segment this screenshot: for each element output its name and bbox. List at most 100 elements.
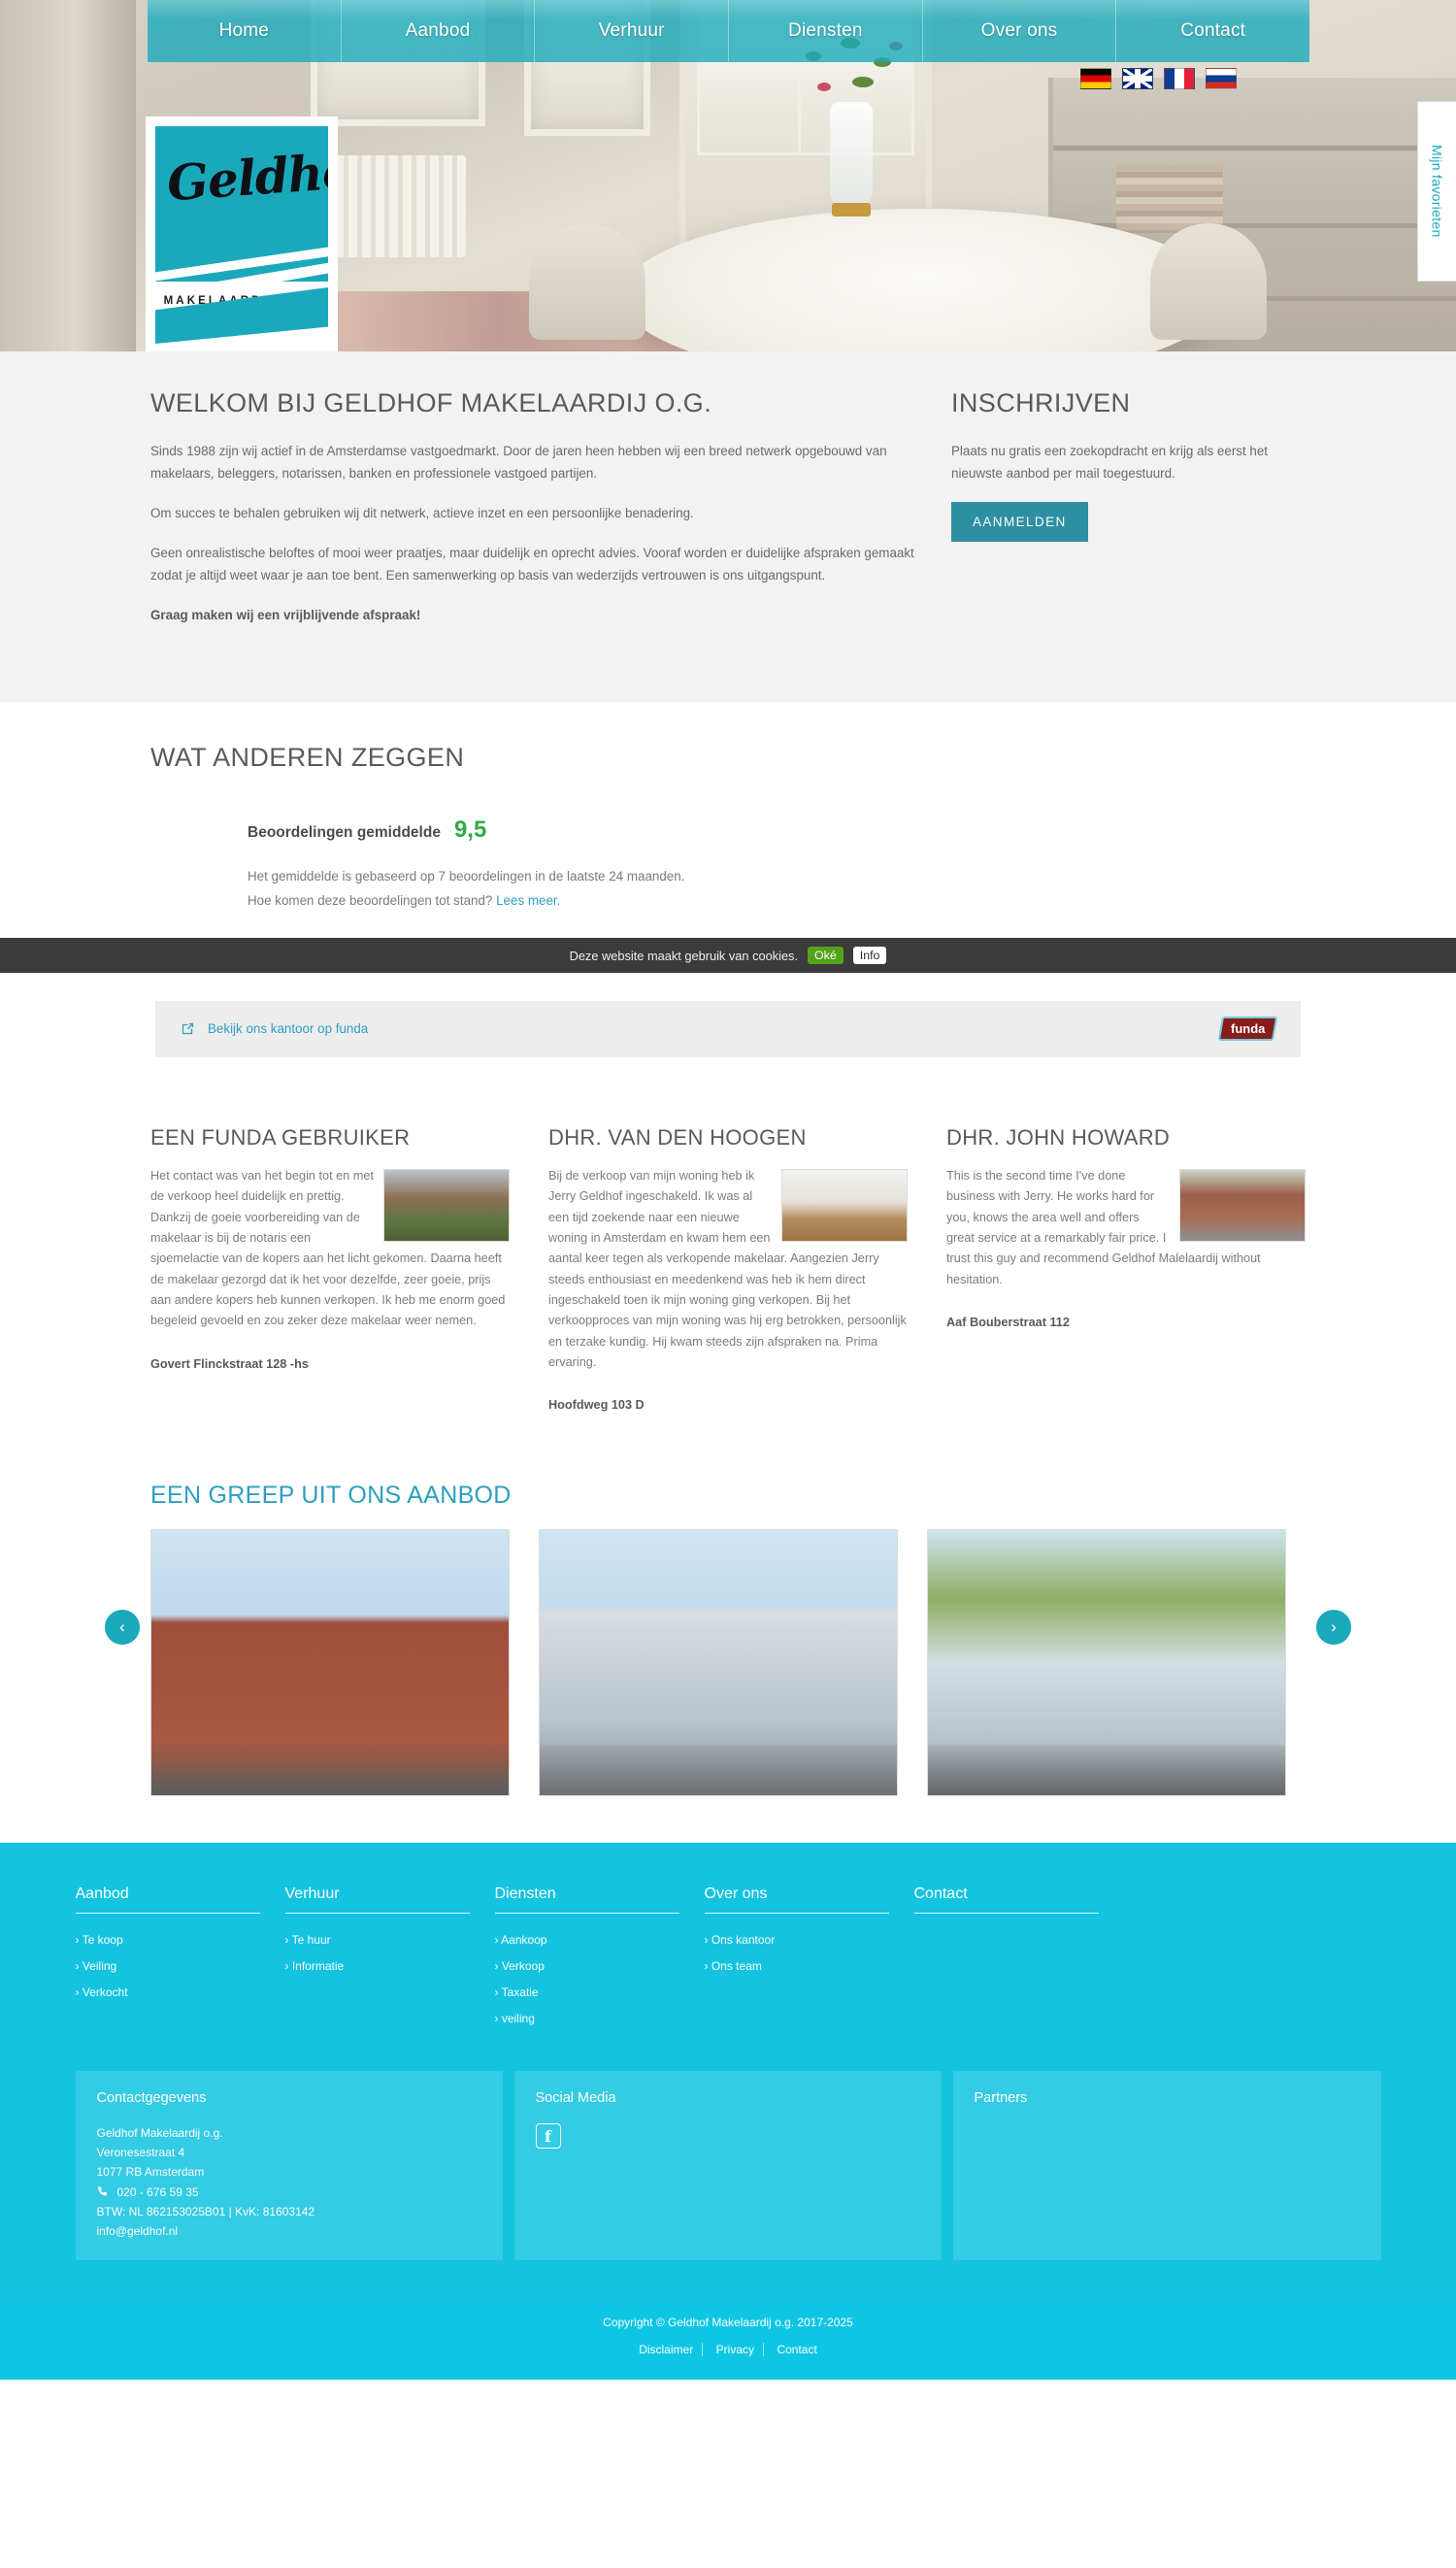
testimonial-card: DHR. JOHN HOWARD This is the second time… <box>946 1125 1306 1412</box>
cookie-accept-button[interactable]: Oké <box>808 947 844 964</box>
site-footer: Aanbod Te koop Veiling Verkocht Verhuur … <box>0 1843 1456 2381</box>
carousel-track <box>150 1529 1306 1797</box>
cookie-consent-bar: Deze website maakt gebruik van cookies. … <box>0 938 1456 973</box>
lees-meer-link[interactable]: Lees meer. <box>496 893 560 908</box>
language-switcher[interactable] <box>1080 68 1237 89</box>
footer-link-te-huur[interactable]: Te huur <box>285 1933 495 1947</box>
testimonial-name: DHR. JOHN HOWARD <box>946 1124 1171 1150</box>
facebook-icon[interactable]: f <box>535 2123 561 2150</box>
footer-link-informatie[interactable]: Informatie <box>285 1959 495 1973</box>
welcome-paragraph-1: Sinds 1988 zijn wij actief in de Amsterd… <box>150 444 887 482</box>
phone-icon <box>97 2186 107 2196</box>
testimonial-card: DHR. VAN DEN HOOGEN Bij de verkoop van m… <box>548 1125 908 1412</box>
footer-link-veiling[interactable]: Veiling <box>76 1959 285 1973</box>
footer-link-ons-team[interactable]: Ons team <box>705 1959 914 1973</box>
reviews-title: WAT ANDEREN ZEGGEN <box>150 743 465 773</box>
footer-column-verhuur: Verhuur Te huur Informatie <box>284 1885 495 2038</box>
rating-note: Het gemiddelde is gebaseerd op 7 beoorde… <box>248 865 1306 914</box>
footer-link-privacy[interactable]: Privacy <box>707 2343 764 2357</box>
contact-details-panel: Contactgegevens Geldhof Makelaardij o.g.… <box>75 2071 503 2261</box>
chevron-right-icon: › <box>1331 1618 1337 1637</box>
footer-link-verkoop[interactable]: Verkoop <box>495 1959 705 1973</box>
contact-phone[interactable]: 020 - 676 59 35 <box>117 2183 199 2202</box>
nav-item-aanbod[interactable]: Aanbod <box>342 0 536 62</box>
cookie-info-button[interactable]: Info <box>852 947 887 964</box>
funda-banner: Bekijk ons kantoor op funda funda <box>155 1000 1301 1057</box>
footer-link-disclaimer[interactable]: Disclaimer <box>630 2343 704 2357</box>
nav-item-home[interactable]: Home <box>148 0 342 62</box>
carousel-slide[interactable] <box>927 1529 1286 1797</box>
testimonial-name: EEN FUNDA GEBRUIKER <box>150 1124 411 1150</box>
contact-company: Geldhof Makelaardij o.g. <box>96 2126 223 2141</box>
testimonial-name: DHR. VAN DEN HOOGEN <box>548 1124 807 1150</box>
aanmelden-button[interactable]: AANMELDEN <box>951 502 1088 543</box>
footer-link-contact-bottom[interactable]: Contact <box>768 2343 825 2356</box>
rating-note-question: Hoe komen deze beoordelingen tot stand? <box>248 893 493 909</box>
footer-column-title: Aanbod <box>75 1885 260 1915</box>
chevron-left-icon: ‹ <box>119 1618 125 1637</box>
footer-link-verkocht[interactable]: Verkocht <box>76 1985 285 1999</box>
rating-value: 9,5 <box>453 817 487 844</box>
site-logo[interactable]: Geldhof MAKELAARDIJ O.G. <box>146 117 338 351</box>
partners-panel: Partners <box>952 2071 1381 2261</box>
facebook-glyph: f <box>545 2126 551 2146</box>
footer-link-columns: Aanbod Te koop Veiling Verkocht Verhuur … <box>75 1885 1381 2038</box>
copyright-text: Copyright © Geldhof Makelaardij o.g. 201… <box>603 2316 853 2330</box>
carousel-slide[interactable] <box>150 1529 510 1797</box>
main-navigation[interactable]: Home Aanbod Verhuur Diensten Over ons Co… <box>148 0 1309 62</box>
russian-flag-icon[interactable] <box>1206 68 1237 89</box>
carousel-title: EEN GREEP UIT ONS AANBOD <box>150 1482 512 1510</box>
cookie-message: Deze website maakt gebruik van cookies. <box>569 948 799 963</box>
welcome-text-column: WELKOM BIJ GELDHOF MAKELAARDIJ O.G. Sind… <box>150 388 917 644</box>
footer-link-veiling-diensten[interactable]: veiling <box>495 2012 705 2025</box>
carousel-slide[interactable] <box>539 1529 898 1797</box>
footer-column-diensten: Diensten Aankoop Verkoop Taxatie veiling <box>494 1885 705 2038</box>
hero-banner: Home Aanbod Verhuur Diensten Over ons Co… <box>0 0 1456 351</box>
footer-link-te-koop[interactable]: Te koop <box>76 1933 285 1947</box>
nav-item-over-ons[interactable]: Over ons <box>923 0 1117 62</box>
contact-panel-title: Contactgegevens <box>96 2090 207 2107</box>
social-panel-title: Social Media <box>535 2090 616 2107</box>
reviews-section: WAT ANDEREN ZEGGEN Beoordelingen gemidde… <box>0 702 1456 1057</box>
footer-link-aankoop[interactable]: Aankoop <box>495 1933 705 1947</box>
testimonial-photo <box>383 1168 510 1242</box>
logo-mark: Geldhof <box>155 126 328 282</box>
nav-item-verhuur[interactable]: Verhuur <box>535 0 730 62</box>
contact-registration: BTW: NL 862153025B01 | KvK: 81603142 <box>96 2204 315 2218</box>
funda-logo-text: funda <box>1230 1021 1265 1037</box>
contact-email[interactable]: info@geldhof.nl <box>97 2221 481 2241</box>
carousel-next-button[interactable]: › <box>1316 1610 1351 1646</box>
funda-logo[interactable]: funda <box>1217 1017 1278 1042</box>
german-flag-icon[interactable] <box>1080 68 1111 89</box>
uk-flag-icon[interactable] <box>1122 68 1153 89</box>
testimonial-address: Aaf Bouberstraat 112 <box>946 1315 1070 1329</box>
welcome-section: WELKOM BIJ GELDHOF MAKELAARDIJ O.G. Sind… <box>0 351 1456 703</box>
rating-note-line-1: Het gemiddelde is gebaseerd op 7 beoorde… <box>248 869 685 884</box>
signup-title: INSCHRIJVEN <box>951 388 1131 417</box>
footer-column-title: Diensten <box>494 1885 679 1915</box>
footer-link-taxatie[interactable]: Taxatie <box>495 1985 705 1999</box>
offerings-carousel-section: EEN GREEP UIT ONS AANBOD ‹ › <box>0 1412 1456 1843</box>
french-flag-icon[interactable] <box>1164 68 1195 89</box>
nav-item-contact[interactable]: Contact <box>1116 0 1309 62</box>
contact-city: 1077 RB Amsterdam <box>96 2165 205 2180</box>
welcome-paragraph-2: Om succes te behalen gebruiken wij dit n… <box>150 506 694 521</box>
footer-link-ons-kantoor[interactable]: Ons kantoor <box>705 1933 914 1947</box>
funda-link-text: Bekijk ons kantoor op funda <box>208 1021 369 1037</box>
external-link-icon <box>182 1023 194 1035</box>
testimonial-photo <box>781 1168 908 1242</box>
carousel-prev-button[interactable]: ‹ <box>105 1610 140 1646</box>
footer-column-aanbod: Aanbod Te koop Veiling Verkocht <box>75 1885 285 2038</box>
footer-column-title: Contact <box>913 1885 1099 1915</box>
signup-column: INSCHRIJVEN Plaats nu gratis een zoekopd… <box>951 388 1306 644</box>
favorites-tab[interactable]: Mijn favorieten <box>1417 101 1456 282</box>
footer-column-contact: Contact <box>913 1885 1124 2038</box>
partners-panel-title: Partners <box>974 2090 1028 2107</box>
testimonial-address: Hoofdweg 103 D <box>548 1398 645 1413</box>
welcome-paragraph-3: Geen onrealistische beloftes of mooi wee… <box>150 546 914 584</box>
footer-panels: Contactgegevens Geldhof Makelaardij o.g.… <box>75 2071 1381 2299</box>
social-media-panel: Social Media f <box>513 2071 942 2261</box>
nav-item-diensten[interactable]: Diensten <box>729 0 923 62</box>
testimonials-section: EEN FUNDA GEBRUIKER Het contact was van … <box>0 1057 1456 1412</box>
funda-office-link[interactable]: Bekijk ons kantoor op funda <box>181 1021 368 1036</box>
